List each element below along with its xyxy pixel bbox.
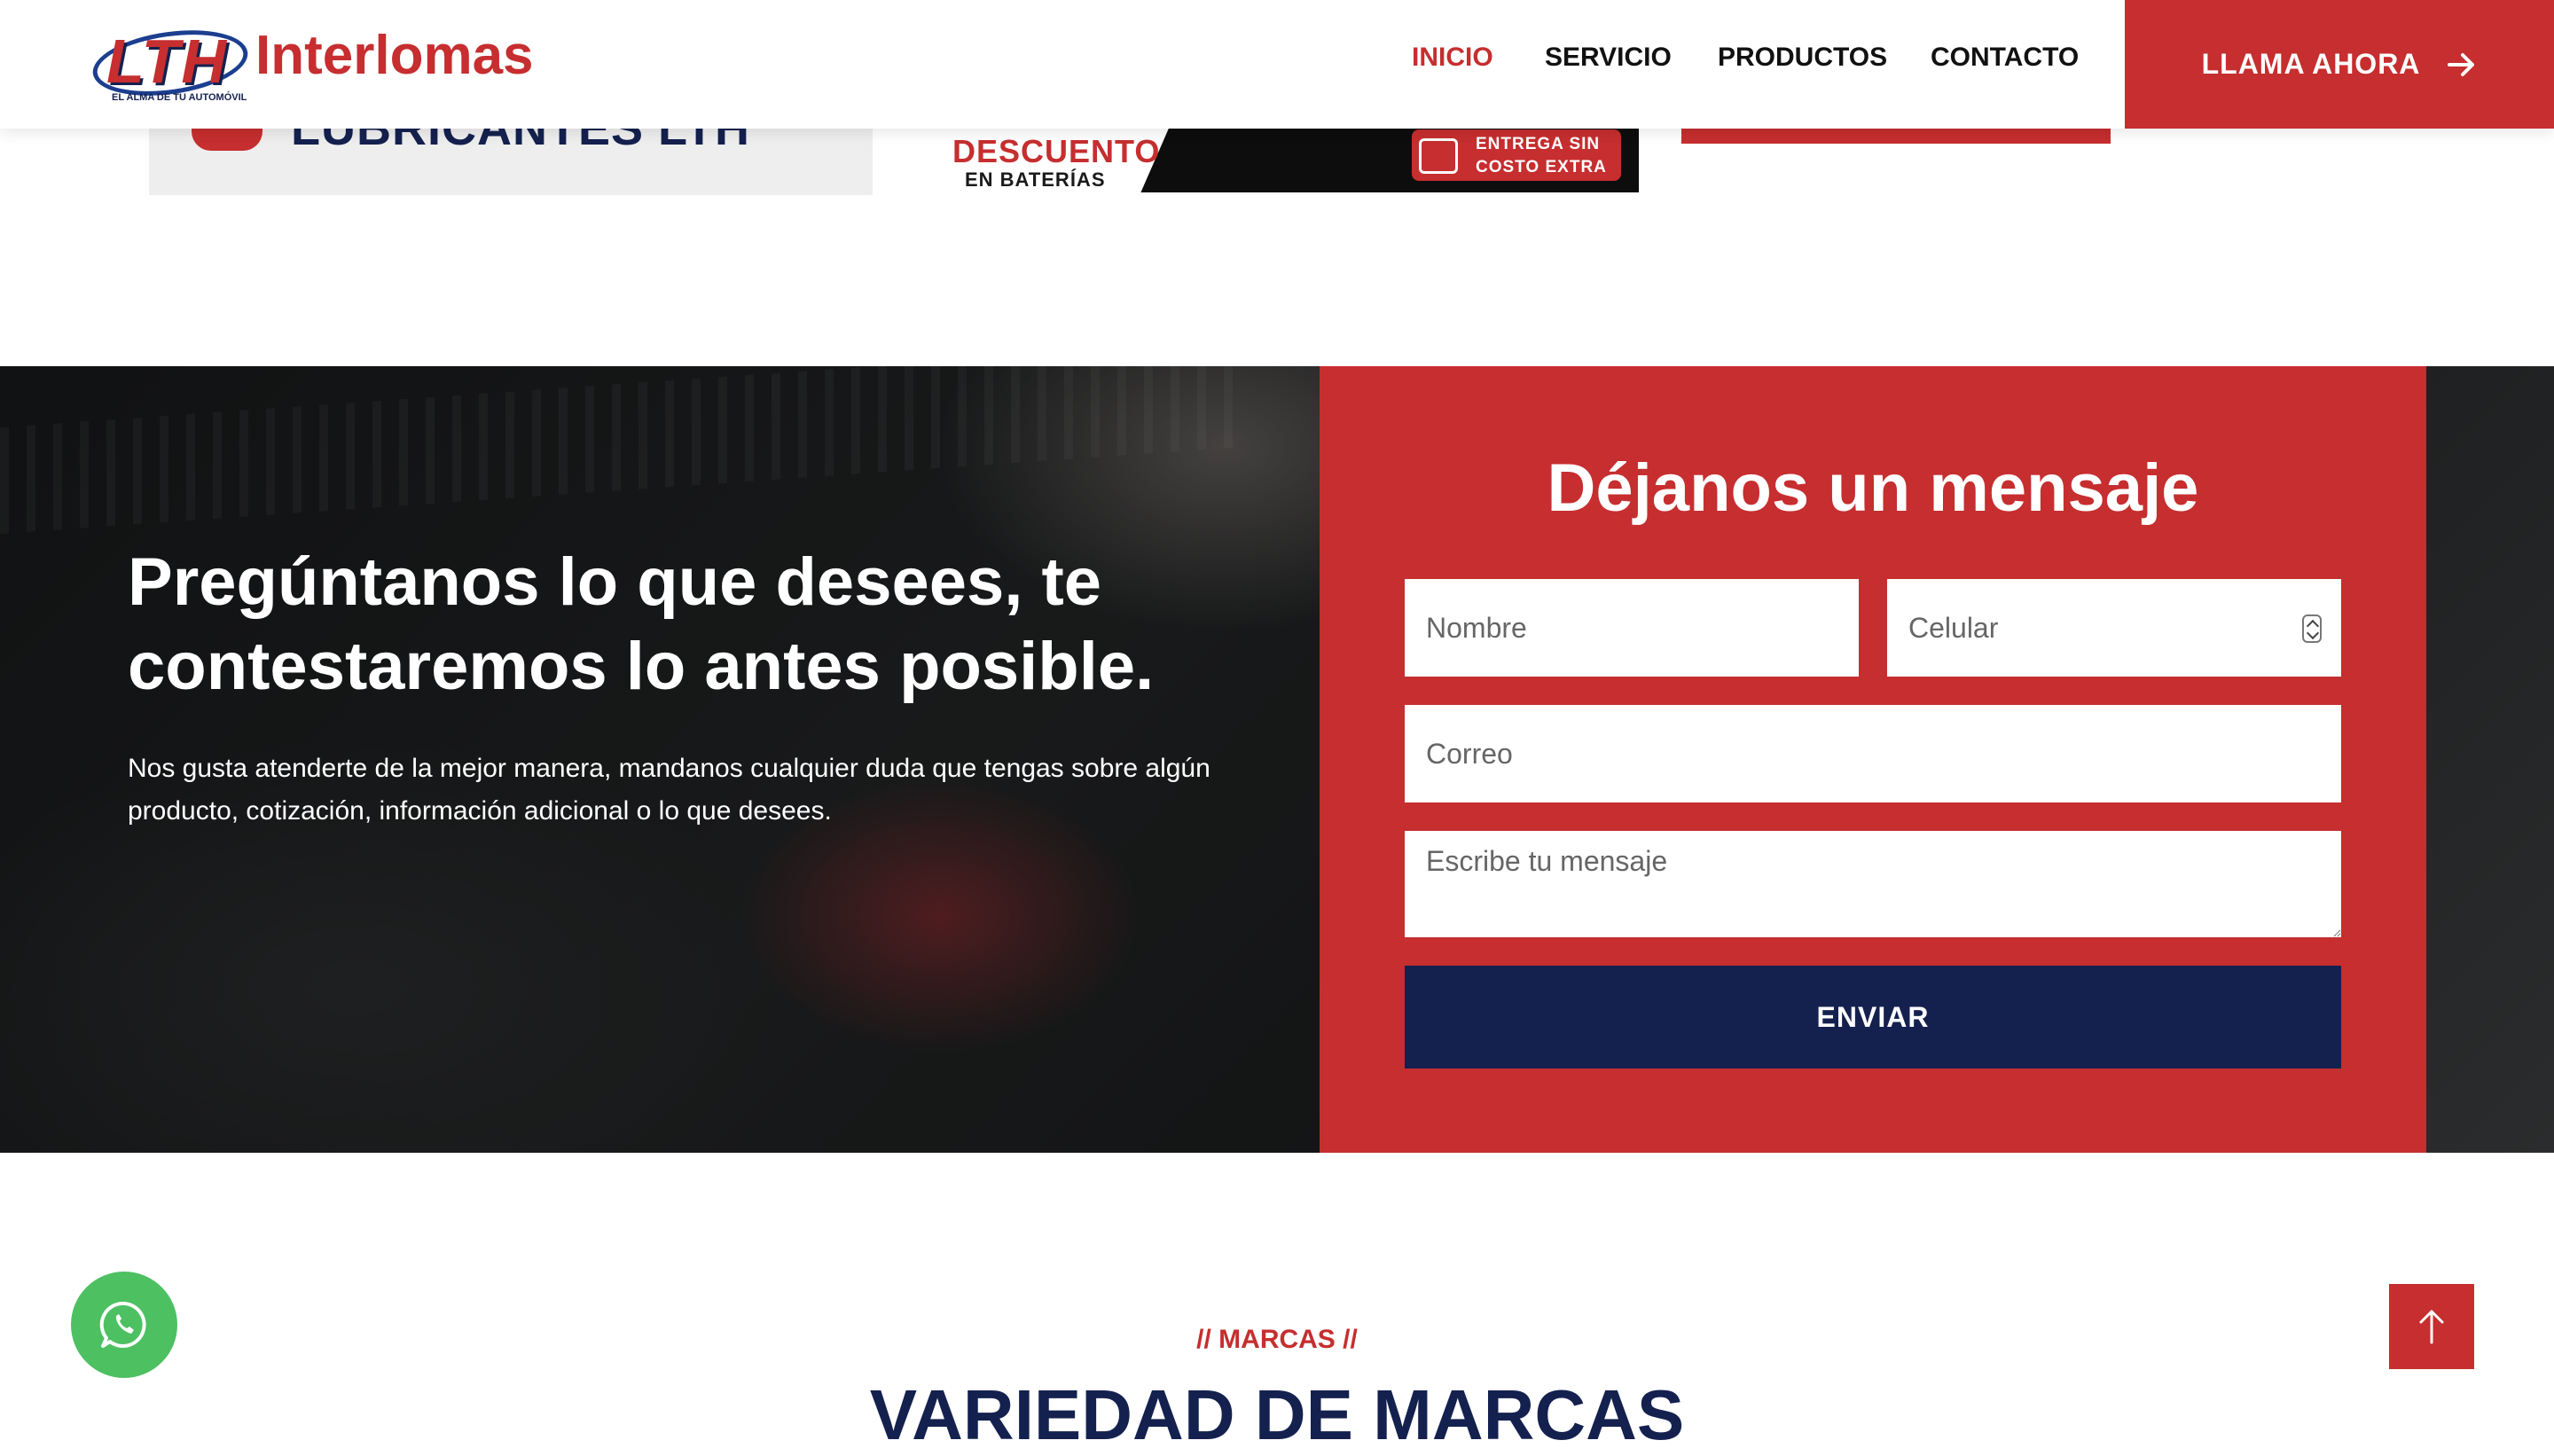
call-now-button[interactable]: LLAMA AHORA — [2125, 0, 2554, 129]
promo-delivery-badge: ENTREGA SIN COSTO EXTRA — [1412, 129, 1621, 181]
nombre-input[interactable] — [1405, 579, 1859, 677]
brands-kicker: // MARCAS // — [1196, 1325, 1358, 1354]
nav-item-inicio[interactable]: INICIO — [1412, 43, 1493, 73]
nav-item-contacto[interactable]: CONTACTO — [1931, 43, 2079, 73]
logo-name: Interlomas — [255, 25, 534, 86]
arrow-up-icon — [2419, 1310, 2444, 1344]
enviar-button[interactable]: ENVIAR — [1405, 966, 2341, 1069]
nav-item-servicio[interactable]: SERVICIO — [1545, 43, 1672, 73]
delivery-icon — [1419, 138, 1458, 174]
mensaje-textarea[interactable] — [1405, 831, 2341, 937]
number-stepper-icon[interactable] — [2302, 614, 2322, 643]
arrow-right-icon — [2448, 52, 2475, 76]
call-now-label: LLAMA AHORA — [2201, 48, 2421, 80]
nav-item-productos[interactable]: PRODUCTOS — [1718, 43, 1887, 73]
promo-baterias-text: EN BATERÍAS — [965, 168, 1106, 191]
promo-banner-baterias[interactable]: DESCUENTO EN BATERÍAS ENTREGA SIN COSTO … — [922, 124, 1639, 192]
message-form-panel: Déjanos un mensaje ENVIAR — [1320, 366, 2426, 1153]
badge-line-1: ENTREGA SIN — [1476, 135, 1601, 153]
brands-title: VARIEDAD DE MARCAS — [869, 1375, 1685, 1454]
logo-mark: LTH — [106, 27, 228, 96]
badge-line-2: COSTO EXTRA — [1476, 158, 1607, 176]
whatsapp-icon — [99, 1301, 146, 1348]
whatsapp-button[interactable] — [71, 1272, 177, 1378]
scroll-to-top-button[interactable] — [2389, 1284, 2474, 1369]
correo-input[interactable] — [1405, 705, 2341, 802]
celular-input[interactable] — [1887, 579, 2341, 677]
promo-descuento-text: DESCUENTO — [952, 133, 1161, 169]
contact-description: Nos gusta atenderte de la mejor manera, … — [128, 754, 1210, 826]
contact-section: Pregúntanos lo que desees, te contestare… — [0, 366, 2554, 1153]
form-heading: Déjanos un mensaje — [1547, 450, 2199, 526]
site-logo[interactable]: LTH EL ALMA DE TU AUTOMÓVIL Interlomas — [87, 21, 534, 105]
site-header: LTH EL ALMA DE TU AUTOMÓVIL Interlomas I… — [0, 0, 2554, 129]
contact-heading: Pregúntanos lo que desees, te contestare… — [128, 544, 1155, 704]
logo-tagline: EL ALMA DE TU AUTOMÓVIL — [112, 92, 247, 103]
